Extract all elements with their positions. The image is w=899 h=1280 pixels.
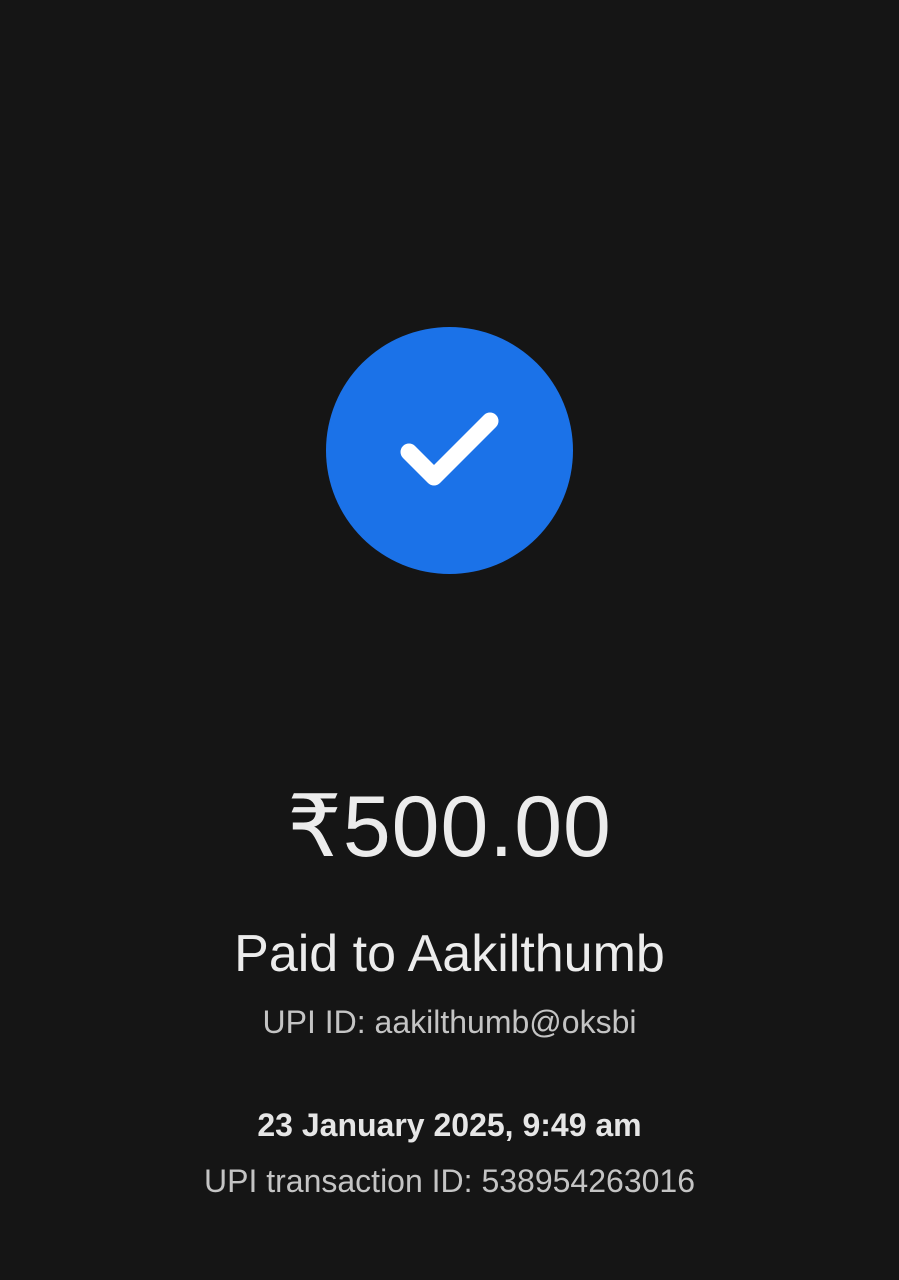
payment-success-screen: ₹500.00 Paid to Aakilthumb UPI ID: aakil…: [0, 0, 899, 1280]
transaction-id: UPI transaction ID: 538954263016: [204, 1163, 695, 1199]
payment-amount: ₹500.00: [287, 779, 612, 875]
payee-upi-id: UPI ID: aakilthumb@oksbi: [262, 1004, 637, 1040]
payee-name: Paid to Aakilthumb: [234, 925, 665, 983]
check-icon: [400, 412, 499, 486]
payment-datetime: 23 January 2025, 9:49 am: [257, 1107, 642, 1143]
success-badge: [326, 327, 573, 574]
